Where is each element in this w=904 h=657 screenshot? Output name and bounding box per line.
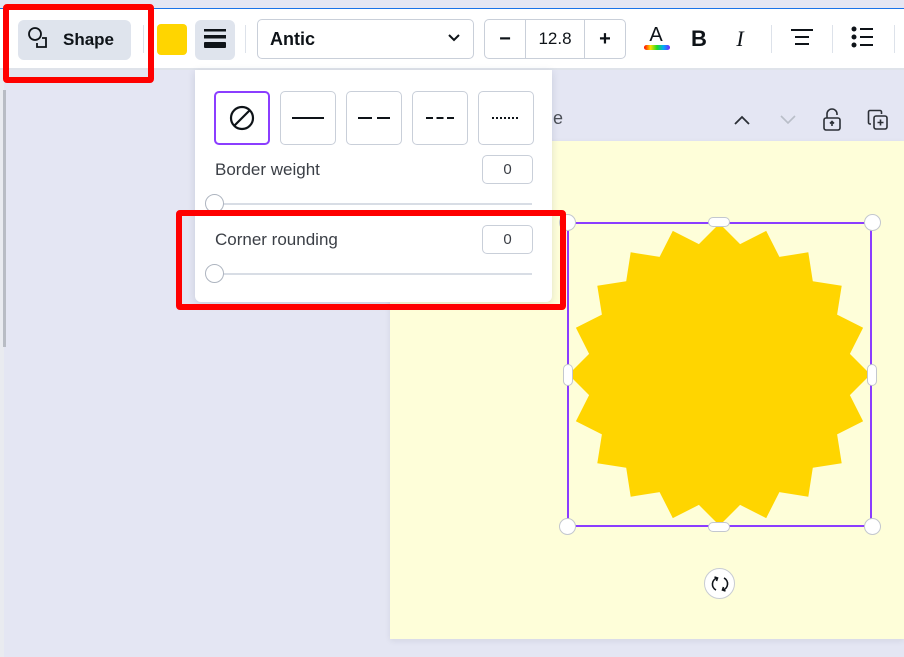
text-color-icon: A [642,23,670,56]
font-family-select[interactable]: Antic [257,19,474,59]
text-color-button[interactable]: A [640,23,672,55]
long-dash-line-icon [358,117,390,119]
corner-rounding-slider-thumb[interactable] [205,264,224,283]
border-weight-slider[interactable] [205,194,532,213]
border-style-popover: Border weight 0 Corner rounding 0 [195,70,552,302]
toolbar-divider [894,25,895,53]
resize-handle-bottom[interactable] [708,522,730,532]
shape-button-label: Shape [63,30,115,49]
chevron-up-icon [734,115,750,125]
scrollbar[interactable] [3,90,6,347]
border-weight-label: Border weight [215,160,320,179]
solid-line-icon [292,117,324,119]
editor-toolbar: Shape Antic − 12.8 + A B I [0,9,904,70]
corner-rounding-input[interactable]: 0 [482,225,533,254]
rotate-icon [711,575,728,592]
chevron-down-icon [780,115,796,125]
move-page-down-button[interactable] [774,106,802,134]
italic-button[interactable]: I [724,23,756,55]
font-family-value: Antic [270,28,315,49]
resize-handle-right[interactable] [867,364,877,386]
border-style-dotted[interactable] [478,91,534,145]
increase-font-size-button[interactable]: + [585,20,625,58]
border-style-button[interactable] [195,20,235,60]
lock-page-button[interactable] [818,106,846,134]
shape-button[interactable]: Shape [18,20,131,60]
border-style-options [214,91,534,145]
chevron-down-icon [447,30,461,48]
toolbar-divider [245,25,246,53]
unlock-icon [823,108,841,131]
resize-handle-top-right[interactable] [864,214,881,231]
bulleted-list-button[interactable] [847,23,879,55]
border-style-short-dash[interactable] [412,91,468,145]
bold-button[interactable]: B [683,23,715,55]
resize-handle-top-left[interactable] [559,214,576,231]
border-style-long-dash[interactable] [346,91,402,145]
duplicate-page-button[interactable] [864,106,892,134]
short-dash-line-icon [426,117,454,119]
corner-rounding-label: Corner rounding [215,230,338,249]
border-weight-slider-thumb[interactable] [205,194,224,213]
rotate-button[interactable] [704,568,735,599]
font-size-stepper: − 12.8 + [484,19,626,59]
decrease-font-size-button[interactable]: − [485,20,525,58]
border-style-icon [203,27,227,54]
shape-icon [27,26,51,55]
move-page-up-button[interactable] [728,106,756,134]
corner-rounding-slider[interactable] [205,264,532,283]
align-center-button[interactable] [786,23,818,55]
resize-handle-bottom-right[interactable] [864,518,881,535]
border-weight-input[interactable]: 0 [482,155,533,184]
no-border-icon [229,105,255,131]
font-size-value[interactable]: 12.8 [525,20,585,58]
toolbar-divider [143,25,144,53]
resize-handle-top[interactable] [708,217,730,227]
toolbar-divider [771,25,772,53]
dotted-line-icon [492,117,520,119]
selection-box [567,222,872,527]
border-style-solid[interactable] [280,91,336,145]
border-style-none[interactable] [214,91,270,145]
align-center-icon [790,27,814,52]
resize-handle-left[interactable] [563,364,573,386]
bulleted-list-icon [851,26,875,53]
svg-text:A: A [649,24,663,46]
duplicate-icon [867,109,888,130]
resize-handle-bottom-left[interactable] [559,518,576,535]
fill-color-swatch[interactable] [157,24,187,55]
toolbar-divider [832,25,833,53]
